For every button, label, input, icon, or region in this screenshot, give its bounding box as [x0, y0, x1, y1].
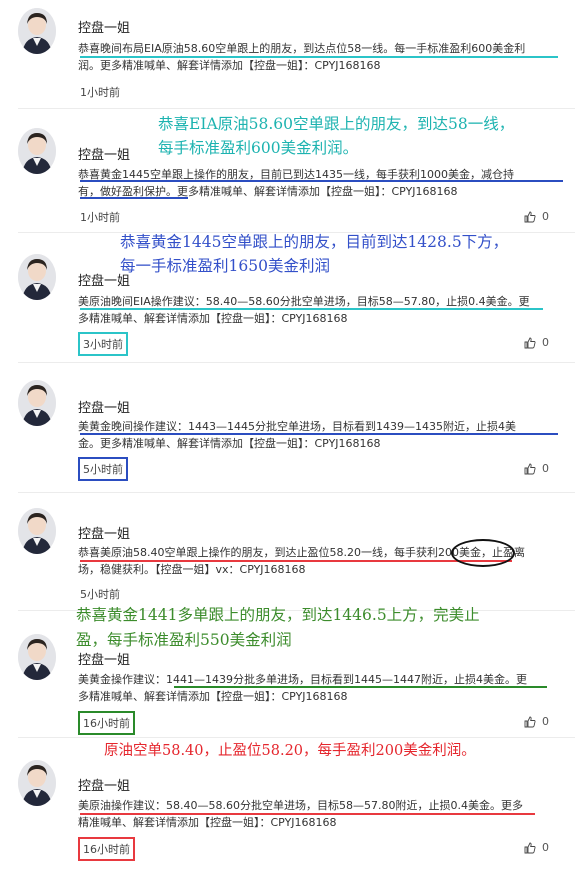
like-count: 0: [542, 210, 549, 223]
post-time: 5小时前: [78, 457, 128, 481]
post-time: 3小时前: [78, 332, 128, 356]
post-content-line: 精准喊单、解套详情添加【控盘一姐】：CPYJ168168: [78, 816, 337, 829]
like-count: 0: [542, 336, 549, 349]
post-content: 美黄金晚间操作建议：1443—1445分批空单进场，目标看到1439—1435附…: [78, 418, 566, 452]
annotation-line: 恭喜黄金1445空单跟上的朋友，目前到达1428.5下方，: [120, 233, 509, 251]
author-name[interactable]: 控盘一姐: [78, 17, 130, 36]
highlight-underline: [80, 180, 563, 182]
highlight-underline: [80, 560, 512, 562]
annotation-line: 每手标准盈利600美金利润。: [158, 139, 359, 157]
post-content-line: 多精准喊单、解套详情添加【控盘一姐】：CPYJ168168: [78, 690, 348, 703]
avatar[interactable]: [18, 634, 56, 680]
post-content-line: 恭喜晚间布局EIA原油58.60空单跟上的朋友，到达点位58一线。每一手标准盈利…: [78, 42, 526, 55]
highlight-underline: [80, 433, 558, 435]
post-time: 16小时前: [78, 837, 135, 861]
thumbs-up-icon: [524, 463, 536, 474]
annotation-line: 原油空单58.40，止盈位58.20，每手盈利200美金利润。: [104, 743, 476, 759]
like-button[interactable]: 0: [524, 336, 549, 349]
post-content-line: 美原油操作建议：58.40—58.60分批空单进场，目标58—57.80附近，止…: [78, 799, 523, 812]
annotation-line: 恭喜黄金1441多单跟上的朋友，到达1446.5上方，完美止: [76, 606, 480, 624]
post-time: 16小时前: [78, 711, 135, 735]
highlight-underline: [80, 813, 535, 815]
annotation-line: 恭喜EIA原油58.60空单跟上的朋友，到达58一线，: [158, 115, 515, 133]
post-content-line: 金。更多精准喊单、解套详情添加【控盘一姐】：CPYJ168168: [78, 437, 381, 450]
avatar[interactable]: [18, 380, 56, 426]
avatar[interactable]: [18, 254, 56, 300]
highlight-underline: [80, 308, 543, 310]
post-content-line: 润。更多精准喊单、解套详情添加【控盘一姐】：CPYJ168168: [78, 59, 381, 72]
thumbs-up-icon: [524, 716, 536, 727]
like-count: 0: [542, 462, 549, 475]
avatar[interactable]: [18, 8, 56, 54]
divider: [18, 737, 575, 738]
highlight-underline: [80, 56, 558, 58]
annotation-line: 每一手标准盈利1650美金利润: [120, 257, 330, 275]
like-count: 0: [542, 841, 549, 854]
like-button[interactable]: 0: [524, 841, 549, 854]
thumbs-up-icon: [524, 337, 536, 348]
post-time: 5小时前: [80, 588, 120, 601]
like-button[interactable]: 0: [524, 715, 549, 728]
post-time: 1小时前: [80, 86, 120, 99]
annotation-line: 盈，每手标准盈利550美金利润: [76, 631, 292, 649]
highlight-circle: [451, 539, 515, 567]
highlight-underline: [174, 686, 547, 688]
author-name[interactable]: 控盘一姐: [78, 775, 130, 794]
divider: [18, 362, 575, 363]
divider: [18, 492, 575, 493]
author-name[interactable]: 控盘一姐: [78, 397, 130, 416]
annotation-text: 原油空单58.40，止盈位58.20，每手盈利200美金利润。: [104, 740, 476, 762]
annotation-text: 恭喜EIA原油58.60空单跟上的朋友，到达58一线， 每手标准盈利600美金利…: [158, 112, 514, 160]
like-button[interactable]: 0: [524, 210, 549, 223]
avatar[interactable]: [18, 508, 56, 554]
highlight-underline: [80, 197, 188, 199]
avatar[interactable]: [18, 760, 56, 806]
post-content-line: 多精准喊单、解套详情添加【控盘一姐】：CPYJ168168: [78, 312, 348, 325]
author-name[interactable]: 控盘一姐: [78, 649, 130, 668]
post-time: 1小时前: [80, 211, 120, 224]
thumbs-up-icon: [524, 211, 536, 222]
annotation-text: 恭喜黄金1441多单跟上的朋友，到达1446.5上方，完美止 盈，每手标准盈利5…: [76, 603, 480, 653]
annotation-text: 恭喜黄金1445空单跟上的朋友，目前到达1428.5下方， 每一手标准盈利165…: [120, 230, 508, 278]
author-name[interactable]: 控盘一姐: [78, 270, 130, 289]
like-button[interactable]: 0: [524, 462, 549, 475]
post-content: 恭喜黄金1445空单跟上操作的朋友，目前已到达1435一线，每手获利1000美金…: [78, 166, 566, 200]
author-name[interactable]: 控盘一姐: [78, 523, 130, 542]
post-content: 美原油晚间EIA操作建议：58.40—58.60分批空单进场，目标58—57.8…: [78, 293, 566, 327]
avatar[interactable]: [18, 128, 56, 174]
post-content: 美黄金操作建议：1441—1439分批多单进场，目标看到1445—1447附近，…: [78, 671, 566, 705]
author-name[interactable]: 控盘一姐: [78, 144, 130, 163]
like-count: 0: [542, 715, 549, 728]
thumbs-up-icon: [524, 842, 536, 853]
divider: [18, 108, 575, 109]
